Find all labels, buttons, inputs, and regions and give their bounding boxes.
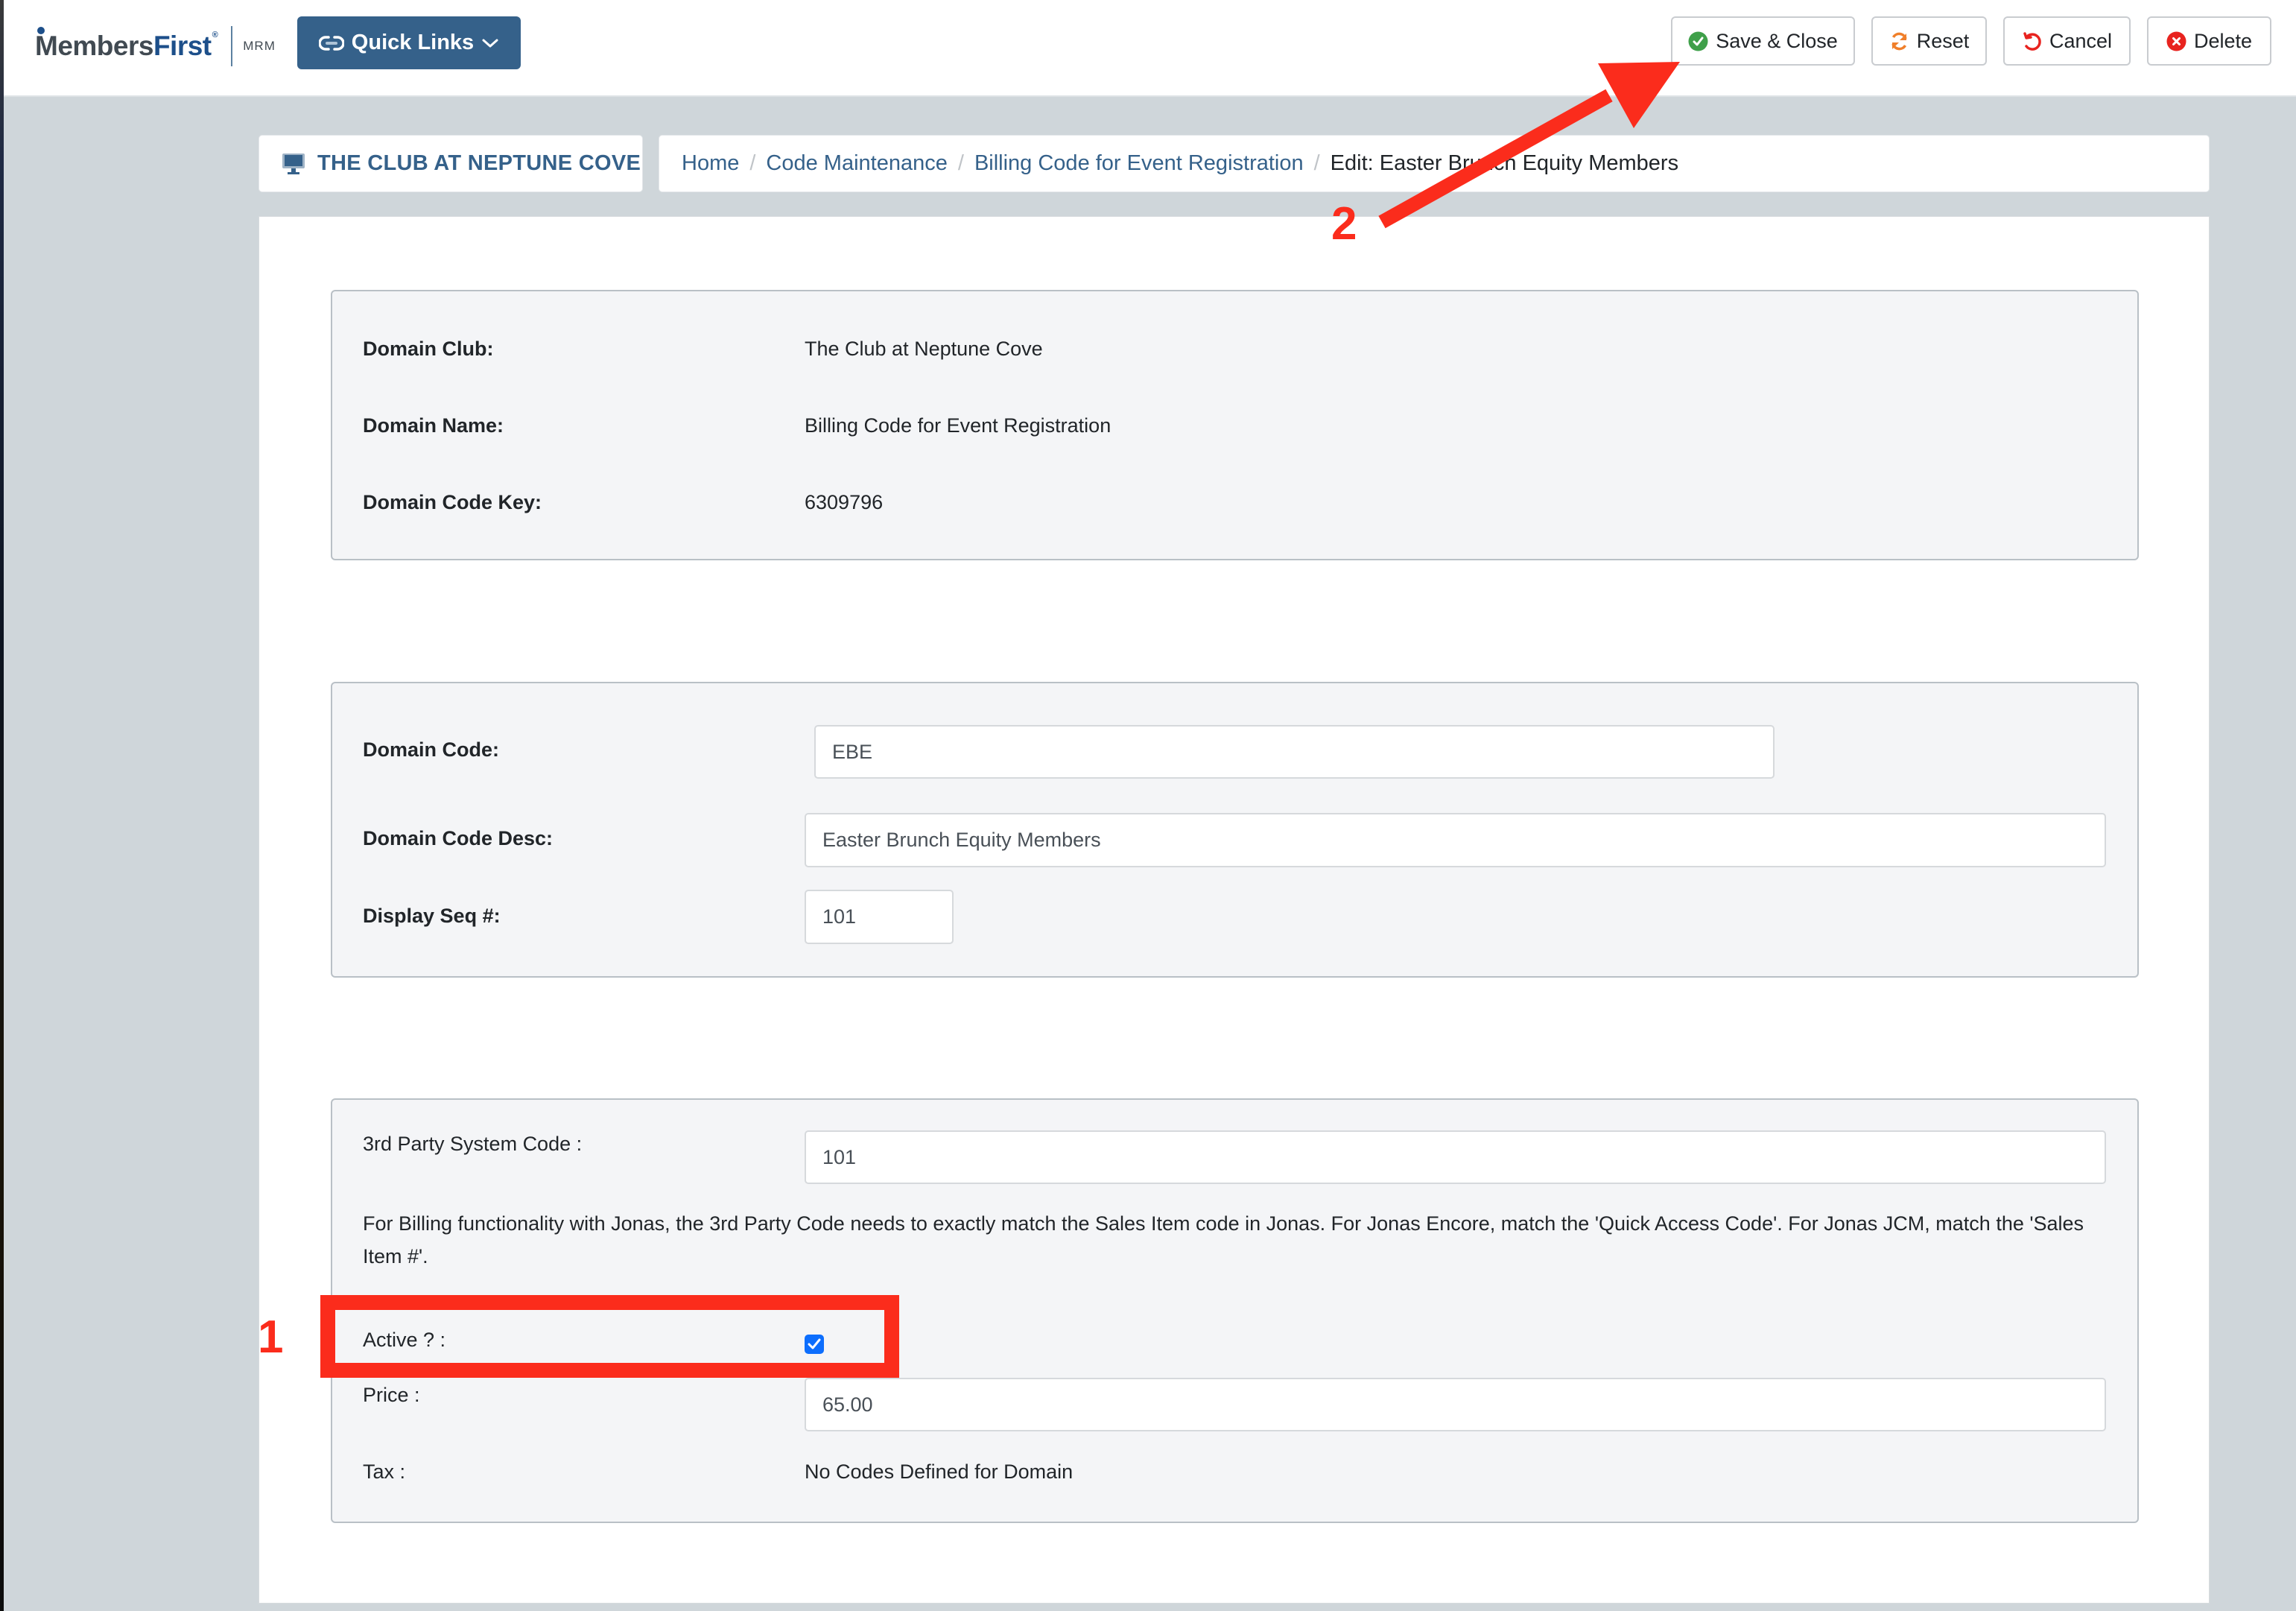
desktop-edge	[0, 0, 4, 1611]
chevron-down-icon	[482, 39, 498, 47]
annotation-marker-2: 2	[1331, 198, 1357, 250]
refresh-icon	[1891, 32, 1907, 50]
logo-members-text: Members	[35, 31, 153, 61]
domain-club-value: The Club at Neptune Cove	[805, 338, 1043, 360]
x-circle-icon	[2166, 31, 2186, 51]
logo-first-text: First	[153, 31, 212, 61]
logo-divider	[231, 26, 233, 66]
save-close-label: Save & Close	[1716, 29, 1838, 52]
logo-wordmark: MembersFirst®	[35, 27, 218, 62]
save-close-button[interactable]: Save & Close	[1671, 16, 1855, 66]
breadcrumb-code-maintenance[interactable]: Code Maintenance	[766, 151, 947, 176]
breadcrumb-separator: /	[1313, 151, 1320, 175]
checkmark-icon	[808, 1338, 821, 1349]
link-icon	[318, 35, 344, 51]
price-label: Price :	[363, 1384, 420, 1406]
undo-icon	[2023, 31, 2041, 51]
monitor-icon	[282, 153, 305, 174]
cancel-button[interactable]: Cancel	[2003, 16, 2131, 66]
membersfirst-logo[interactable]: MembersFirst® MRM	[35, 25, 276, 67]
annotation-marker-1: 1	[258, 1311, 284, 1363]
domain-code-desc-label: Domain Code Desc:	[363, 827, 554, 849]
top-header: MembersFirst® MRM Quick Links Save & Clo…	[4, 0, 2296, 97]
third-party-code-input[interactable]: 101	[805, 1130, 2106, 1184]
domain-info-section: Domain Club: The Club at Neptune Cove Do…	[331, 290, 2139, 560]
domain-code-desc-input[interactable]: Easter Brunch Equity Members	[805, 813, 2106, 867]
breadcrumb-billing-code[interactable]: Billing Code for Event Registration	[974, 151, 1304, 176]
breadcrumb-separator: /	[749, 151, 756, 175]
breadcrumb-separator: /	[957, 151, 964, 175]
cancel-label: Cancel	[2049, 29, 2113, 52]
third-party-code-label: 3rd Party System Code :	[363, 1133, 583, 1155]
check-circle-icon	[1688, 31, 1708, 51]
breadcrumb-home[interactable]: Home	[682, 151, 739, 176]
third-party-help-text: For Billing functionality with Jonas, th…	[363, 1212, 2084, 1267]
domain-code-label: Domain Code:	[363, 738, 500, 761]
code-section: Domain Code: EBE Domain Code Desc: Easte…	[331, 682, 2139, 978]
domain-name-value: Billing Code for Event Registration	[805, 414, 1111, 437]
reset-button[interactable]: Reset	[1871, 16, 1987, 66]
display-seq-input[interactable]: 101	[805, 890, 954, 944]
domain-club-label: Domain Club:	[363, 338, 494, 360]
quick-links-button[interactable]: Quick Links	[297, 16, 521, 69]
domain-name-label: Domain Name:	[363, 414, 504, 437]
delete-label: Delete	[2193, 29, 2253, 52]
quick-links-label: Quick Links	[351, 31, 475, 54]
logo-product-text: MRM	[243, 39, 276, 53]
tax-value: No Codes Defined for Domain	[805, 1460, 1074, 1483]
main-panel: Domain Club: The Club at Neptune Cove Do…	[259, 216, 2210, 1604]
domain-code-key-label: Domain Code Key:	[363, 491, 542, 513]
logo-registered-mark: ®	[212, 31, 218, 39]
reset-label: Reset	[1916, 29, 1970, 52]
tax-label: Tax :	[363, 1460, 406, 1483]
club-name: THE CLUB AT NEPTUNE COVE	[317, 151, 641, 175]
active-label: Active ? :	[363, 1329, 446, 1351]
domain-code-input[interactable]: EBE	[814, 725, 1775, 779]
club-badge[interactable]: THE CLUB AT NEPTUNE COVE	[259, 135, 643, 192]
delete-button[interactable]: Delete	[2147, 16, 2271, 66]
price-input[interactable]: 65.00	[805, 1378, 2106, 1431]
breadcrumb-current: Edit: Easter Brunch Equity Members	[1330, 151, 1679, 175]
domain-code-key-value: 6309796	[805, 491, 884, 513]
breadcrumb: Home / Code Maintenance / Billing Code f…	[659, 135, 2210, 192]
logo-dot-icon	[37, 27, 45, 34]
display-seq-label: Display Seq #:	[363, 905, 501, 927]
active-checkbox[interactable]	[805, 1335, 824, 1354]
billing-section: 3rd Party System Code : 101 For Billing …	[331, 1098, 2139, 1523]
